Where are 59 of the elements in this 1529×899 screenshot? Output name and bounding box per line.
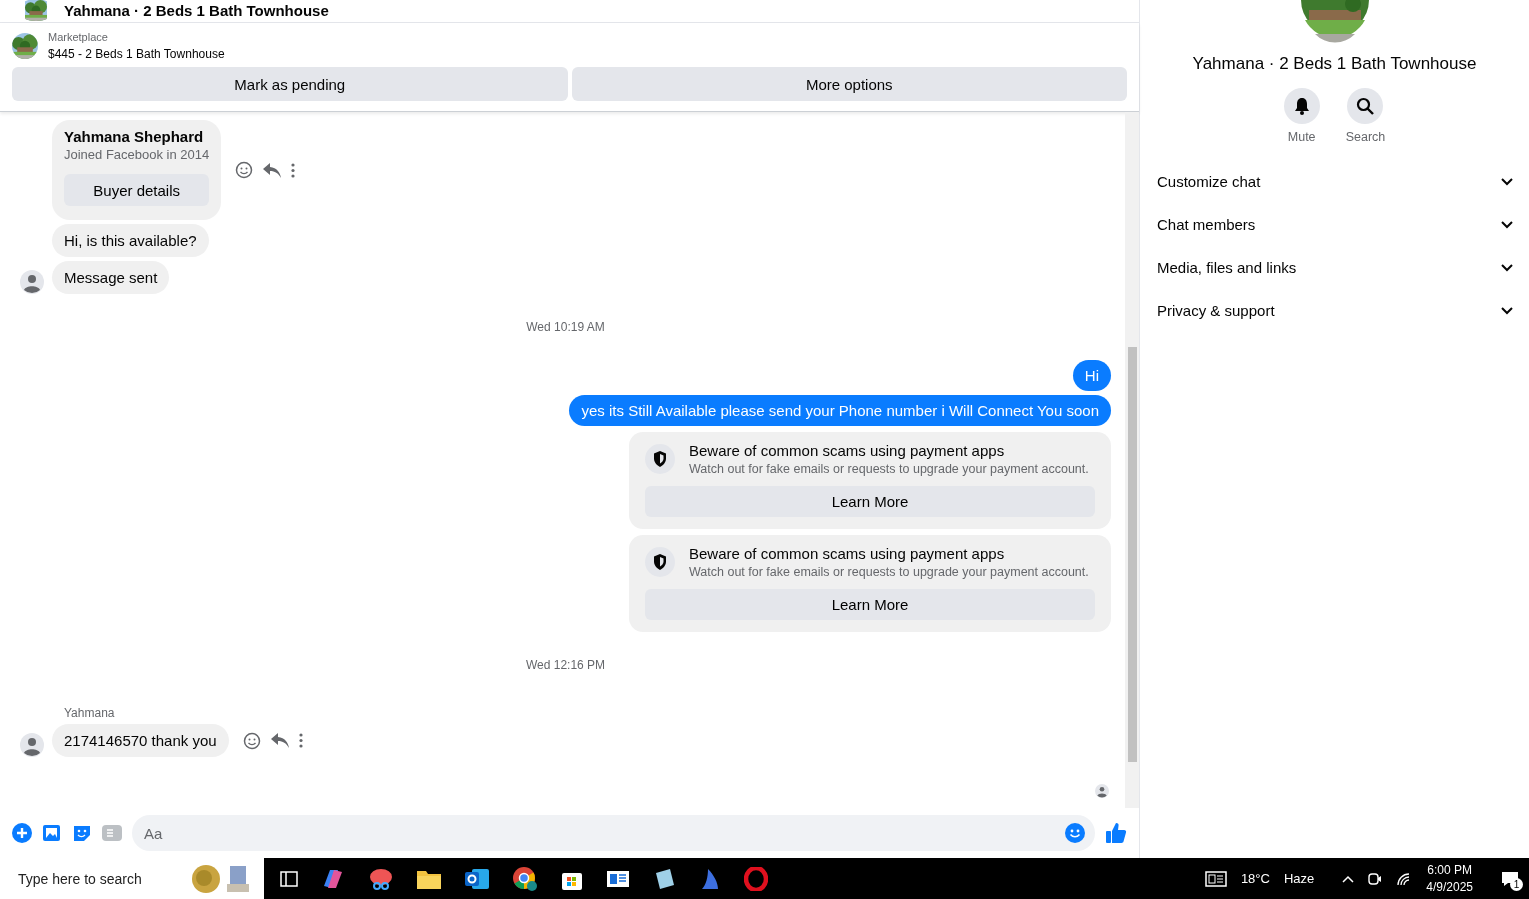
conversation-title: Yahmana · 2 Beds 1 Bath Townhouse: [1192, 54, 1477, 74]
message-bubble: Message sent: [52, 261, 170, 294]
avatar-icon: [20, 733, 44, 757]
shield-icon: [645, 547, 675, 577]
news-widget-icon[interactable]: [1204, 870, 1227, 887]
sticker-icon[interactable]: [72, 823, 92, 843]
read-receipt-icon: [1095, 784, 1109, 798]
listing-action-button[interactable]: More options: [571, 67, 1127, 101]
scrollbar[interactable]: [1125, 112, 1139, 808]
panel-section[interactable]: Customize chat: [1156, 160, 1513, 203]
emoji-icon[interactable]: [1065, 823, 1085, 843]
avatar-icon: [20, 270, 44, 294]
clock-time[interactable]: 6:00 PM: [1427, 863, 1472, 877]
warning-text: Watch out for fake emails or requests to upgrade your payment account.: [689, 565, 1089, 579]
plus-icon[interactable]: [12, 823, 32, 843]
listing-source: Marketplace: [48, 31, 109, 43]
news-icon[interactable]: [606, 868, 630, 889]
chevron-up-icon[interactable]: [1342, 874, 1355, 883]
search-input[interactable]: Type here to search: [16, 869, 170, 888]
timestamp: Wed 10:19 AM: [526, 320, 605, 334]
camera-icon[interactable]: [1368, 870, 1383, 887]
panel-section[interactable]: Chat members: [1156, 203, 1513, 246]
warning-text: Watch out for fake emails or requests to upgrade your payment account.: [689, 462, 1089, 476]
message-bubble: 2174146570 thank you: [52, 724, 229, 757]
buyer-details-button[interactable]: Buyer details: [64, 174, 210, 206]
warning-title: Beware of common scams using payment apps: [689, 545, 1006, 562]
panel-section[interactable]: Media, files and links: [1156, 246, 1513, 289]
image-icon[interactable]: [42, 823, 62, 843]
listing-title: $445 - 2 Beds 1 Bath Townhouse: [48, 47, 225, 61]
more-icon[interactable]: [298, 733, 303, 748]
more-icon[interactable]: [291, 162, 296, 178]
medal-icon: [190, 863, 250, 894]
message-field[interactable]: Aa: [132, 815, 1095, 851]
taskbar-search-field[interactable]: Type here to search: [0, 858, 264, 899]
warning-title: Beware of common scams using payment apps: [689, 442, 1006, 459]
shield-icon: [645, 444, 675, 474]
task-view-icon[interactable]: [280, 870, 298, 887]
search-icon: [1356, 97, 1375, 115]
reply-icon[interactable]: [263, 162, 282, 178]
panel-section[interactable]: Privacy & support: [1156, 289, 1513, 332]
smiley-icon[interactable]: [242, 731, 261, 750]
chat-title: Yahmana · 2 Beds 1 Bath Townhouse: [64, 1, 329, 19]
message-bubble: Hi, is this available?: [52, 224, 209, 257]
reply-icon[interactable]: [270, 733, 289, 748]
bell-icon: [1293, 97, 1310, 115]
clock-date[interactable]: 4/9/2025: [1426, 880, 1473, 894]
smiley-icon[interactable]: [235, 161, 254, 179]
thumbs-up-icon[interactable]: [1105, 822, 1127, 844]
learn-more-button[interactable]: Learn More: [645, 589, 1095, 620]
listing-action-button[interactable]: Mark as pending: [12, 67, 568, 101]
buyer-name: Yahmana Shephard: [64, 128, 205, 145]
sent-message-bubble: yes its Still Available please send your Phone number i Will Connect You soon: [569, 395, 1111, 426]
sender-name: Yahmana: [64, 706, 116, 720]
joined-text: Joined Facebook in 2014: [64, 147, 210, 162]
learn-more-button[interactable]: Learn More: [645, 486, 1095, 517]
sent-message-bubble: Hi: [1072, 360, 1111, 391]
weather-condition: Haze: [1283, 871, 1315, 886]
temperature: 18°C: [1240, 871, 1270, 886]
timestamp: Wed 12:16 PM: [525, 658, 606, 672]
